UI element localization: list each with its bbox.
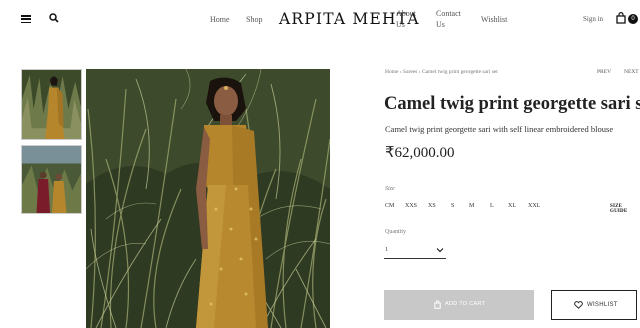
size-option-s[interactable]: S (451, 203, 454, 209)
product-thumbnail-image-1 (22, 70, 81, 139)
product-title: Camel twig print georgette sari set (384, 94, 640, 114)
prev-product-link[interactable]: PREV (597, 69, 611, 75)
product-price: ₹62,000.00 (385, 145, 455, 161)
chevron-down-icon (436, 248, 444, 253)
size-option-l[interactable]: L (490, 203, 494, 209)
sign-in-link[interactable]: Sign in (583, 15, 603, 23)
site-header: Home Shop ARPITA MEHTA About Us Contact … (0, 0, 640, 40)
heart-icon (574, 301, 583, 309)
next-product-link[interactable]: NEXT (624, 69, 639, 75)
search-icon[interactable] (49, 13, 59, 23)
shopping-bag-icon[interactable] (616, 12, 626, 24)
quantity-value: 1 (385, 247, 388, 253)
product-thumbnail-image-2 (22, 146, 81, 213)
thumbnail-1[interactable] (21, 69, 82, 140)
nav-contact-line1: Contact (436, 9, 461, 18)
quantity-label: Quantity (385, 229, 406, 235)
size-option-xxs[interactable]: XXS (405, 203, 417, 209)
nav-shop[interactable]: Shop (246, 14, 262, 25)
nav-contact-us[interactable]: Contact Us (436, 8, 461, 30)
product-subtitle: Camel twig print georgette sari with sel… (385, 124, 614, 134)
shopping-bag-icon (434, 300, 441, 309)
breadcrumb-home[interactable]: Home (385, 69, 398, 75)
breadcrumb-current: Camel twig print georgette sari set (422, 69, 498, 75)
nav-contact-line2: Us (436, 20, 445, 29)
size-option-xl[interactable]: XL (508, 203, 516, 209)
wishlist-label: WISHLIST (587, 302, 618, 308)
size-option-xxl[interactable]: XXL (528, 203, 540, 209)
wishlist-button[interactable]: WISHLIST (551, 290, 637, 320)
thumbnail-2[interactable] (21, 145, 82, 214)
quantity-select[interactable]: 1 (384, 244, 446, 259)
breadcrumb: Home › Sarees › Camel twig print georget… (385, 69, 498, 75)
main-product-image[interactable] (86, 69, 330, 328)
size-option-m[interactable]: M (469, 203, 474, 209)
nav-about-line2: Us (396, 20, 405, 29)
main-product-photo (86, 69, 330, 328)
menu-icon[interactable] (21, 15, 31, 24)
add-to-cart-label: ADD TO CART (445, 301, 486, 307)
add-to-cart-button[interactable]: ADD TO CART (384, 290, 534, 320)
cart-count-badge: 0 (628, 14, 638, 24)
breadcrumb-separator: › (399, 69, 402, 75)
nav-home[interactable]: Home (210, 14, 230, 25)
size-option-cm[interactable]: CM (385, 203, 394, 209)
nav-about-us[interactable]: About Us (396, 8, 416, 30)
nav-wishlist[interactable]: Wishlist (481, 14, 507, 25)
size-option-xs[interactable]: XS (428, 203, 436, 209)
size-guide-link[interactable]: SIZE GUIDE (610, 204, 640, 214)
size-label: Size (385, 186, 395, 192)
nav-about-line1: About (396, 9, 416, 18)
breadcrumb-category[interactable]: Sarees (403, 69, 417, 75)
breadcrumb-separator: › (418, 69, 421, 75)
